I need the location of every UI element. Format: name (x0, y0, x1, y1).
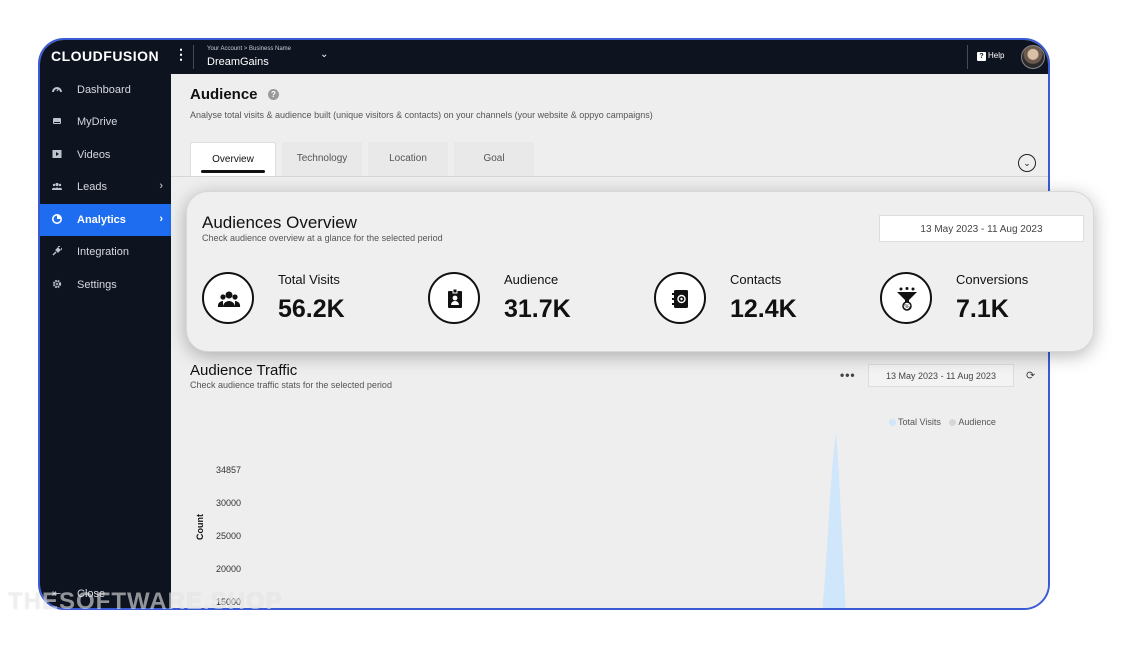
traffic-title: Audience Traffic (190, 362, 298, 379)
stat-conversions: % Conversions 7.1K (880, 272, 1090, 332)
tab-label: Goal (483, 153, 505, 164)
tab-goal[interactable]: Goal (454, 142, 534, 176)
stat-contacts: Contacts 12.4K (654, 272, 864, 332)
tab-label: Location (389, 153, 427, 164)
page-title: Audience (190, 86, 258, 103)
group-icon (202, 272, 254, 324)
chevron-down-icon[interactable]: ⌄ (320, 49, 328, 60)
chevron-right-icon: › (159, 213, 163, 225)
chevron-down-icon[interactable]: ⌄ (1018, 154, 1036, 172)
stat-audience: Audience 31.7K (428, 272, 638, 332)
tab-label: Technology (296, 153, 348, 164)
funnel-icon: % (880, 272, 932, 324)
drive-icon (52, 116, 62, 126)
tab-overview[interactable]: Overview (190, 142, 276, 176)
tab-technology[interactable]: Technology (282, 142, 362, 176)
svg-text:%: % (904, 304, 910, 311)
active-tab-indicator (201, 170, 265, 173)
question-icon[interactable]: ? (268, 89, 279, 100)
sidebar-item-dashboard[interactable]: Dashboard (40, 74, 171, 106)
gear-icon (52, 279, 62, 289)
id-badge-icon (428, 272, 480, 324)
y-axis-label: Count (195, 514, 205, 540)
legend-item[interactable]: Audience (949, 417, 996, 427)
avatar[interactable] (1021, 45, 1045, 69)
chart-area (822, 433, 846, 608)
help-icon: ? (977, 52, 986, 61)
legend-swatch (889, 419, 896, 427)
stat-value: 31.7K (504, 295, 571, 323)
traffic-subtitle: Check audience traffic stats for the sel… (190, 380, 392, 390)
brand-logo: CLOUDFUSION (51, 48, 160, 64)
traffic-date-range[interactable]: 13 May 2023 - 11 Aug 2023 (868, 364, 1014, 387)
account-name[interactable]: DreamGains (207, 56, 269, 68)
y-tick-label: 25000 (215, 531, 241, 541)
help-button[interactable]: ? Help (977, 51, 1004, 61)
series-area-total-visits (822, 433, 846, 608)
sidebar-item-mydrive[interactable]: MyDrive (40, 106, 171, 138)
tab-location[interactable]: Location (368, 142, 448, 176)
divider (193, 45, 194, 69)
video-icon (52, 149, 62, 159)
stat-label: Total Visits (278, 272, 340, 287)
legend-label: Total Visits (898, 417, 941, 427)
sidebar-item-label: Analytics (77, 214, 126, 226)
stat-total-visits: Total Visits 56.2K (202, 272, 412, 332)
analytics-icon (52, 214, 62, 224)
refresh-icon[interactable]: ⟳ (1026, 369, 1035, 382)
plug-icon (52, 245, 63, 256)
watermark: THESOFTWARE.SHOP (8, 588, 283, 615)
legend-swatch (949, 419, 957, 427)
sidebar-item-analytics[interactable]: Analytics › (40, 204, 171, 236)
more-menu-icon[interactable]: ⋮ (174, 47, 188, 61)
sidebar-item-settings[interactable]: Settings (40, 269, 171, 301)
overview-title: Audiences Overview (202, 213, 357, 232)
divider (171, 176, 1048, 177)
overview-date-range[interactable]: 13 May 2023 - 11 Aug 2023 (879, 215, 1084, 242)
stat-value: 56.2K (278, 295, 345, 323)
legend-label: Audience (958, 417, 996, 427)
y-tick-label: 34857 (215, 465, 241, 475)
stat-label: Audience (504, 272, 559, 287)
sidebar-item-integration[interactable]: Integration (40, 236, 171, 268)
help-label: Help (988, 51, 1005, 60)
more-options-icon[interactable]: ••• (840, 368, 856, 382)
sidebar-item-leads[interactable]: Leads › (40, 171, 171, 203)
stat-label: Conversions (956, 272, 1029, 287)
sidebar-item-label: Leads (77, 181, 107, 193)
y-tick-label: 20000 (215, 564, 241, 574)
stat-label: Contacts (730, 272, 782, 287)
tab-label: Overview (212, 154, 254, 165)
sidebar-item-label: Videos (77, 149, 111, 161)
sidebar-item-videos[interactable]: Videos (40, 139, 171, 171)
dashboard-icon (52, 84, 62, 94)
contact-book-icon (654, 272, 706, 324)
overview-subtitle: Check audience overview at a glance for … (202, 233, 443, 243)
divider (967, 45, 968, 69)
chevron-right-icon: › (159, 180, 163, 192)
top-bar: CLOUDFUSION ⋮ Your Account > Business Na… (40, 40, 1048, 74)
legend-item[interactable]: Total Visits (889, 417, 941, 427)
sidebar: Dashboard MyDrive Videos Leads › Analyti… (40, 74, 171, 608)
chart-legend: Total Visits Audience (889, 417, 1002, 427)
sidebar-item-label: Settings (77, 279, 117, 291)
users-icon (51, 181, 63, 191)
page-subtitle: Analyse total visits & audience built (u… (190, 110, 653, 120)
account-breadcrumb: Your Account > Business Name (207, 46, 291, 52)
sidebar-item-label: MyDrive (77, 116, 118, 128)
y-tick-label: 30000 (215, 498, 241, 508)
overview-card: Audiences Overview Check audience overvi… (186, 191, 1094, 352)
sidebar-item-label: Integration (77, 246, 129, 258)
stat-value: 12.4K (730, 295, 797, 323)
stat-value: 7.1K (956, 295, 1009, 323)
sidebar-item-label: Dashboard (77, 84, 131, 96)
